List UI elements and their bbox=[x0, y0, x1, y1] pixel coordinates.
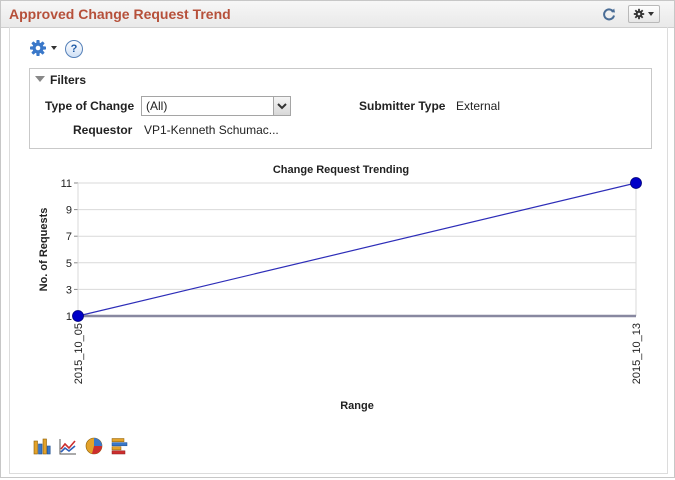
y-tick-label: 7 bbox=[66, 231, 72, 243]
options-chevron-down-icon bbox=[648, 12, 654, 16]
y-tick-label: 5 bbox=[66, 258, 72, 270]
chart-title: Change Request Trending bbox=[273, 164, 409, 176]
chevron-down-icon bbox=[51, 46, 57, 50]
series-line bbox=[77, 182, 637, 317]
y-axis-label: No. of Requests bbox=[38, 208, 50, 292]
x-tick-label: 2015_10_13 bbox=[631, 323, 643, 384]
help-icon[interactable]: ? bbox=[65, 40, 83, 58]
requestor-value: VP1-Kenneth Schumac... bbox=[144, 123, 279, 137]
collapse-arrow-icon bbox=[35, 76, 45, 82]
y-tick-label: 9 bbox=[66, 205, 72, 217]
options-gear-icon bbox=[633, 8, 654, 20]
pagelet-options-button[interactable] bbox=[628, 5, 660, 23]
refresh-icon[interactable] bbox=[601, 6, 617, 22]
x-tick-label: 2015_10_05 bbox=[73, 323, 85, 384]
requestor-label: Requestor bbox=[73, 123, 133, 137]
pagelet-title: Approved Change Request Trend bbox=[9, 6, 231, 22]
submitter-type-label: Submitter Type bbox=[359, 99, 446, 113]
data-point bbox=[72, 310, 84, 322]
y-tick-label: 1 bbox=[66, 311, 72, 323]
horizontal-bar-chart-icon[interactable] bbox=[111, 437, 129, 455]
line-chart-icon[interactable] bbox=[59, 437, 77, 455]
chart-options-gear-menu[interactable] bbox=[29, 39, 59, 57]
submitter-type-value: External bbox=[456, 99, 501, 113]
pagelet-container: Approved Change Request Trend ? Filters … bbox=[0, 0, 675, 478]
gear-icon bbox=[30, 40, 57, 56]
data-point bbox=[630, 177, 642, 189]
pagelet-header: Approved Change Request Trend bbox=[1, 1, 674, 28]
chevron-down-icon bbox=[277, 103, 287, 110]
bar-chart-icon[interactable] bbox=[33, 437, 51, 455]
type-of-change-select[interactable]: (All) bbox=[141, 96, 291, 116]
filters-title: Filters bbox=[50, 73, 87, 87]
type-of-change-value: (All) bbox=[146, 99, 168, 113]
filters-section: Filters Type of Change (All) Submitter T… bbox=[29, 68, 652, 149]
type-of-change-label: Type of Change bbox=[45, 99, 135, 113]
filters-toggle[interactable]: Filters bbox=[30, 69, 651, 89]
select-dropdown-button[interactable] bbox=[273, 97, 290, 115]
x-axis-label: Range bbox=[340, 400, 374, 412]
y-tick-label: 11 bbox=[61, 178, 72, 190]
y-tick-label: 3 bbox=[66, 284, 72, 296]
change-request-trend-chart: Change Request Trending 1 3 5 7 9 11 No. of Req… bbox=[38, 164, 643, 412]
pie-chart-icon[interactable] bbox=[85, 437, 103, 455]
